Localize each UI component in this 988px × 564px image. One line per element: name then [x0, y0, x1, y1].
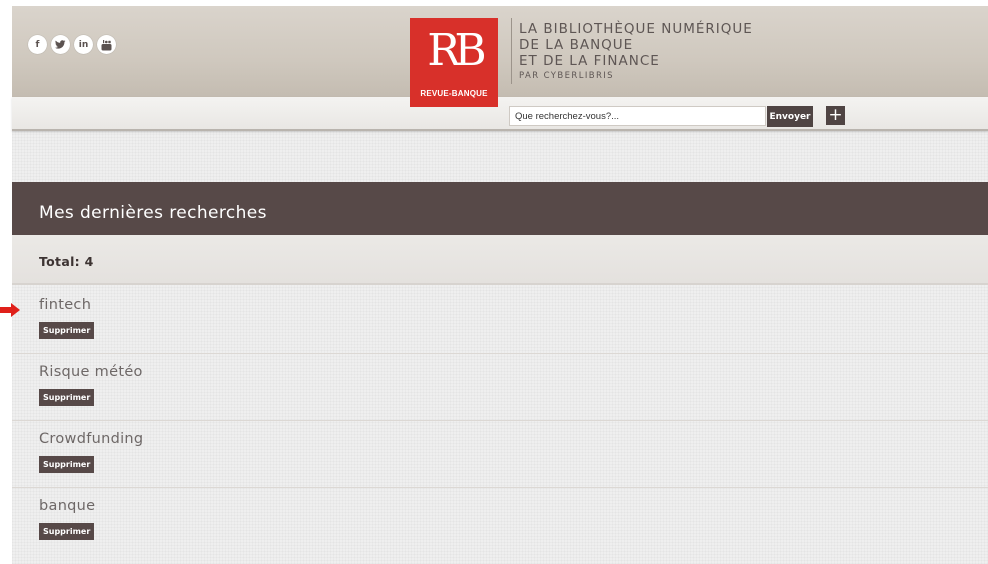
- linkedin-icon[interactable]: in: [74, 35, 93, 54]
- page-container: f in RB REVUE-BANQUE LA BIBLIOTHÈQUE NUM…: [12, 6, 988, 564]
- pointer-arrow-icon: [0, 303, 20, 317]
- results-total: Total: 4: [39, 254, 94, 269]
- logo-text: REVUE-BANQUE: [420, 89, 488, 98]
- delete-button[interactable]: Supprimer: [39, 322, 95, 339]
- list-item: banque Supprimer: [12, 488, 988, 555]
- site-tagline: LA BIBLIOTHÈQUE NUMÉRIQUE DE LA BANQUE E…: [519, 21, 753, 82]
- logo-mark: RB: [427, 25, 486, 76]
- delete-button[interactable]: Supprimer: [39, 389, 95, 406]
- search-term-link[interactable]: Risque météo: [39, 364, 143, 380]
- tagline-line-1: LA BIBLIOTHÈQUE NUMÉRIQUE: [519, 21, 753, 37]
- facebook-glyph: f: [35, 39, 40, 50]
- youtube-icon[interactable]: [97, 35, 116, 54]
- search-term-link[interactable]: fintech: [39, 297, 91, 313]
- twitter-bird-shape: [55, 40, 66, 49]
- social-links: f in: [28, 35, 116, 54]
- plus-icon: +: [828, 105, 843, 125]
- list-item: fintech Supprimer: [12, 287, 988, 354]
- page-title: Mes dernières recherches: [39, 203, 267, 223]
- linkedin-glyph: in: [78, 39, 89, 50]
- list-item: Risque météo Supprimer: [12, 354, 988, 421]
- facebook-icon[interactable]: f: [28, 35, 47, 54]
- tagline-line-2: DE LA BANQUE: [519, 37, 634, 53]
- list-item: Crowdfunding Supprimer: [12, 421, 988, 488]
- revue-banque-logo[interactable]: RB REVUE-BANQUE: [410, 18, 498, 107]
- delete-button[interactable]: Supprimer: [39, 523, 95, 540]
- advanced-search-button[interactable]: +: [826, 106, 845, 125]
- search-term-link[interactable]: Crowdfunding: [39, 431, 143, 447]
- search-submit-button[interactable]: Envoyer: [767, 106, 813, 127]
- youtube-shape: [101, 39, 112, 50]
- search-term-link[interactable]: banque: [39, 498, 95, 514]
- tagline-sub: PAR CYBERLIBRIS: [519, 71, 614, 81]
- tagline-line-3: ET DE LA FINANCE: [519, 53, 660, 69]
- delete-button[interactable]: Supprimer: [39, 456, 95, 473]
- header: [12, 6, 988, 97]
- total-bar: [12, 235, 988, 285]
- search-input[interactable]: [509, 106, 766, 126]
- twitter-icon[interactable]: [51, 35, 70, 54]
- tagline-divider: [511, 18, 512, 84]
